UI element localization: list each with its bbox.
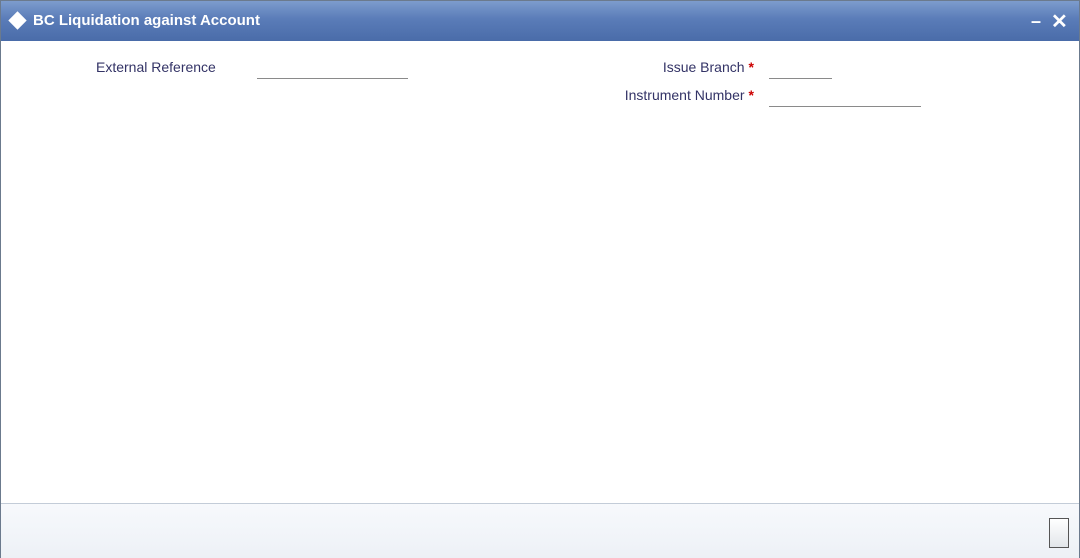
external-reference-label-text: External Reference: [96, 59, 216, 75]
title-bar[interactable]: BC Liquidation against Account – ✕: [1, 1, 1079, 41]
external-reference-field[interactable]: [257, 61, 408, 79]
instrument-number-label-text: Instrument Number: [624, 87, 745, 103]
dialog-window: BC Liquidation against Account – ✕ Exter…: [0, 0, 1080, 558]
instrument-number-label: Instrument Number *: [625, 87, 754, 103]
issue-branch-label: Issue Branch *: [663, 59, 754, 75]
footer-bar: [1, 503, 1079, 558]
instrument-number-required-mark: *: [748, 87, 754, 103]
instrument-number-field[interactable]: [769, 89, 921, 107]
issue-branch-field[interactable]: [769, 61, 832, 79]
exit-button[interactable]: [1049, 518, 1069, 548]
issue-branch-required-mark: *: [748, 59, 754, 75]
minimize-icon[interactable]: –: [1031, 11, 1041, 32]
diamond-icon: [8, 11, 27, 30]
issue-branch-label-text: Issue Branch: [662, 59, 745, 75]
form-area: External Reference Issue Branch * Instrum…: [1, 41, 1079, 503]
close-icon[interactable]: ✕: [1051, 9, 1068, 34]
external-reference-label: External Reference: [96, 59, 216, 75]
window-title: BC Liquidation against Account: [33, 12, 260, 29]
